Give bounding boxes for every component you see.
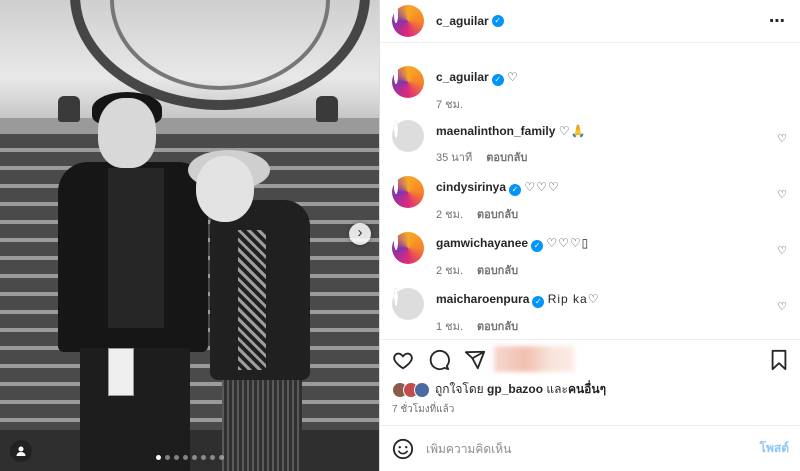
post-side-panel: c_aguilar ✓ ⋯ c_aguilar ✓ ♡ 7 ชม. maenali… (379, 0, 800, 471)
comment-avatar[interactable] (392, 176, 424, 208)
likes-prefix: ถูกใจโดย (435, 382, 484, 396)
carousel-dot (191, 455, 197, 460)
obscured-region (494, 346, 574, 372)
carousel-dot (155, 455, 161, 460)
comment-username[interactable]: maenalinthon_family (436, 124, 555, 138)
carousel-dot (209, 455, 215, 460)
comment-text: ♡♡♡▯ (546, 236, 590, 250)
like-heart-icon[interactable] (392, 349, 414, 371)
likes-others[interactable]: คนอื่นๆ (568, 382, 606, 396)
comment-row: maenalinthon_family ♡🙏 35 นาที ตอบกลับ ♡ (392, 120, 787, 166)
author-username[interactable]: c_aguilar (436, 14, 489, 28)
like-comment-heart-icon[interactable]: ♡ (777, 188, 787, 201)
photo-person-right (188, 150, 318, 471)
photo-person-left (58, 92, 208, 471)
verified-badge-icon: ✓ (531, 240, 544, 252)
carousel-next-button[interactable]: › (349, 223, 371, 245)
post-action-bar (380, 339, 800, 379)
caption-time: 7 ชม. (436, 99, 463, 111)
photo-urn-right (316, 96, 338, 122)
comment-avatar[interactable] (392, 232, 424, 264)
carousel-dot (218, 455, 224, 460)
comment-time: 2 ชม. (436, 265, 463, 277)
comment-time: 2 ชม. (436, 209, 463, 221)
comment-username[interactable]: gamwichayanee (436, 236, 528, 250)
emoji-icon[interactable] (392, 438, 414, 460)
caption-avatar[interactable] (392, 66, 424, 98)
caption-row: c_aguilar ✓ ♡ 7 ชม. (392, 66, 787, 113)
post-comment-button[interactable]: โพสต์ (760, 439, 789, 458)
comment-row: cindysirinya ✓ ♡♡♡ 2 ชม. ตอบกลับ ♡ (392, 176, 787, 223)
likes-summary[interactable]: ถูกใจโดย gp_bazoo และคนอื่นๆ (392, 380, 606, 399)
verified-badge-icon: ✓ (491, 74, 504, 86)
caption-username[interactable]: c_aguilar (436, 70, 489, 84)
reply-button[interactable]: ตอบกลับ (477, 209, 518, 221)
reply-button[interactable]: ตอบกลับ (477, 321, 518, 333)
comment-text: Rip ka♡ (547, 292, 600, 306)
carousel-dots (0, 455, 379, 460)
verified-badge-icon: ✓ (509, 184, 522, 196)
save-bookmark-icon[interactable] (769, 349, 789, 371)
comment-avatar[interactable] (392, 120, 424, 152)
comment-time: 35 นาที (436, 152, 473, 164)
carousel-dot (164, 455, 170, 460)
liker-avatar (414, 381, 430, 398)
carousel-dot (182, 455, 188, 460)
comment-avatar[interactable] (392, 288, 424, 320)
comment-text: ♡🙏 (558, 124, 587, 138)
share-paper-plane-icon[interactable] (464, 349, 486, 371)
author-avatar[interactable] (392, 5, 424, 37)
likes-user[interactable]: gp_bazoo (487, 382, 543, 396)
comment-username[interactable]: maicharoenpura (436, 292, 529, 306)
verified-badge-icon: ✓ (491, 15, 504, 27)
reply-button[interactable]: ตอบกลับ (477, 265, 518, 277)
carousel-dot (173, 455, 179, 460)
post-timestamp: 7 ชั่วโมงที่แล้ว (392, 404, 455, 415)
comment-composer: โพสต์ (380, 425, 800, 471)
comment-bubble-icon[interactable] (428, 349, 450, 371)
comments-list: c_aguilar ✓ ♡ 7 ชม. maenalinthon_family ♡… (380, 44, 800, 339)
more-options-icon[interactable]: ⋯ (769, 11, 786, 31)
like-comment-heart-icon[interactable]: ♡ (777, 300, 787, 313)
comment-row: gamwichayanee ✓ ♡♡♡▯ 2 ชม. ตอบกลับ ♡ (392, 232, 787, 279)
caption-text: ♡ (507, 70, 519, 84)
comment-input[interactable] (426, 441, 760, 456)
like-comment-heart-icon[interactable]: ♡ (777, 244, 787, 257)
post-header: c_aguilar ✓ ⋯ (380, 0, 800, 43)
likes-connector: และ (546, 382, 568, 396)
comment-row: maicharoenpura ✓ Rip ka♡ 1 ชม. ตอบกลับ ♡ (392, 288, 787, 335)
comment-username[interactable]: cindysirinya (436, 180, 506, 194)
carousel-dot (200, 455, 206, 460)
reply-button[interactable]: ตอบกลับ (486, 152, 527, 164)
post-photo[interactable]: › (0, 0, 379, 471)
comment-time: 1 ชม. (436, 321, 463, 333)
like-comment-heart-icon[interactable]: ♡ (777, 132, 787, 145)
verified-badge-icon: ✓ (532, 296, 545, 308)
comment-text: ♡♡♡ (524, 180, 560, 194)
